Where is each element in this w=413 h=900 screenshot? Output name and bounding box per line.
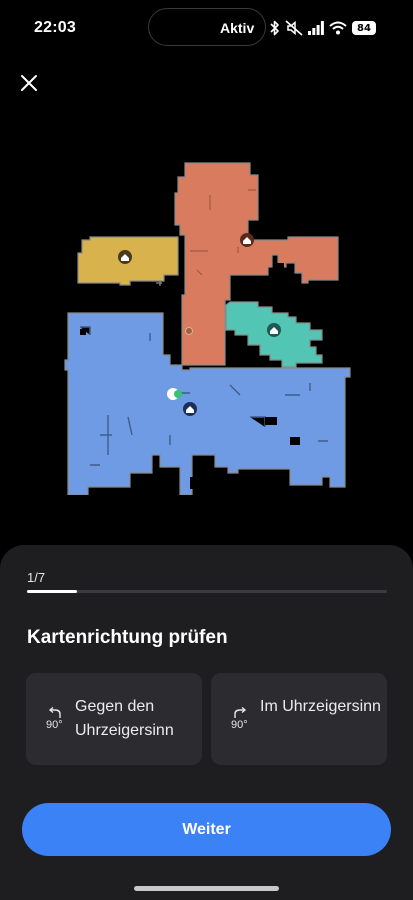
continue-button[interactable]: Weiter — [22, 803, 391, 856]
close-button[interactable] — [16, 70, 42, 96]
bluetooth-icon — [270, 20, 279, 36]
degree-label: 90° — [231, 719, 248, 731]
mute-icon — [285, 20, 303, 36]
floor-map[interactable] — [60, 155, 360, 495]
wifi-icon — [329, 21, 347, 35]
battery-icon: 84 — [352, 21, 376, 35]
option-label: Im Uhrzeigersinn — [260, 698, 381, 715]
status-icons: 84 — [270, 18, 376, 38]
charging-dock-icon — [185, 327, 193, 335]
close-icon — [21, 75, 37, 91]
home-indicator[interactable] — [134, 886, 279, 891]
home-icon[interactable] — [118, 250, 132, 264]
status-bar: 22:03 Aktiv 84 — [0, 0, 413, 56]
page-title: Kartenrichtung prüfen — [27, 627, 228, 648]
home-icon[interactable] — [267, 323, 281, 337]
home-icon[interactable] — [183, 402, 197, 416]
progress-bar — [27, 590, 387, 593]
home-icon[interactable] — [240, 233, 254, 247]
step-counter: 1/7 — [27, 570, 46, 585]
option-label: Gegen den Uhrzeigersinn — [75, 698, 174, 739]
rotate-counterclockwise-button[interactable]: 90° Gegen den Uhrzeigersinn — [26, 673, 202, 765]
signal-icon — [308, 21, 324, 35]
degree-label: 90° — [46, 719, 63, 731]
status-time: 22:03 — [34, 19, 76, 36]
progress-fill — [27, 590, 78, 593]
rotate-counterclockwise-icon: 90° — [44, 707, 68, 733]
rotate-clockwise-icon: 90° — [229, 707, 253, 733]
island-activity-label: Aktiv — [220, 20, 255, 36]
rotate-clockwise-button[interactable]: 90° Im Uhrzeigersinn — [211, 673, 387, 765]
